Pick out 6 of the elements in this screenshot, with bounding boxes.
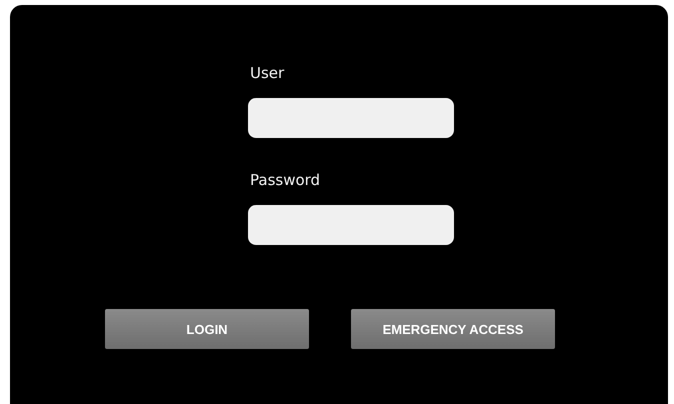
login-button[interactable]: LOGIN [105, 309, 309, 349]
field-label: Password [250, 170, 322, 190]
user-field[interactable] [248, 98, 454, 138]
field-label: User [250, 63, 286, 83]
password-field[interactable] [248, 205, 454, 245]
emergency-access-button[interactable]: EMERGENCY ACCESS [351, 309, 555, 349]
